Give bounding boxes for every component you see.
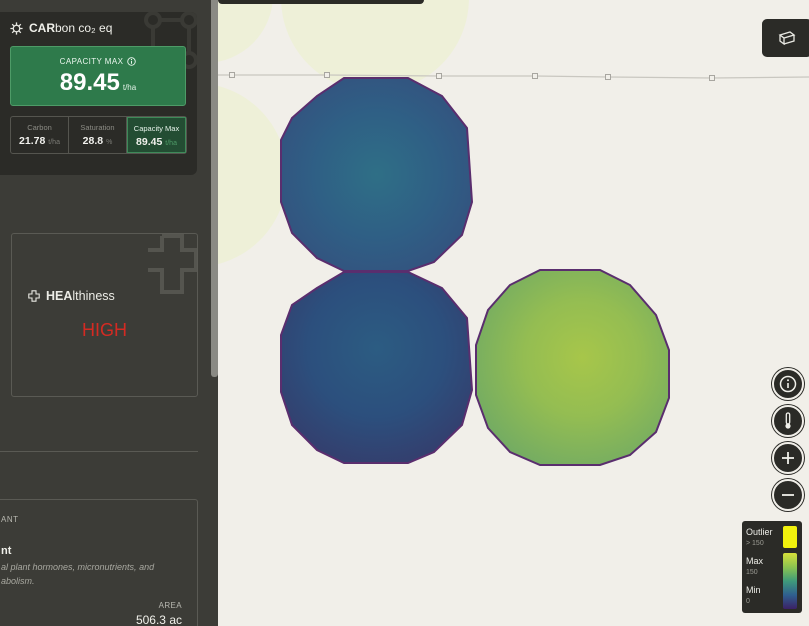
minus-icon [782,494,794,496]
info-icon[interactable] [127,57,137,66]
plus-icon [782,452,794,464]
road-vertex [436,73,442,79]
capacity-label-row: CAPACITY MAX [11,57,185,66]
sidebar: CARbon co₂ eq CAPACITY MAX 89.45 t/ha Ca… [0,0,218,626]
road-vertex [229,72,235,78]
carbon-stats-row: Carbon 21.78 t/ha Saturation 28.8% Capaci… [10,116,187,154]
stat-unit: t/ha [165,140,177,147]
stat-value: 89.45 [136,136,163,148]
zoom-in-button[interactable] [772,442,804,474]
road-line [218,74,809,79]
health-value: HIGH [82,320,127,340]
map-layer [218,0,809,466]
stat-carbon[interactable]: Carbon 21.78 t/ha [11,117,69,153]
legend-max-sub: 150 [746,569,758,576]
legend-outlier-label: Outlier [746,527,773,537]
capacity-unit: t/ha [122,83,137,92]
field-top-left[interactable] [280,77,474,272]
legend-gradient-bar [783,553,797,609]
field-bottom-right[interactable] [475,269,670,466]
carbon-title-rest: bon co₂ eq [55,21,113,35]
carbon-gear-icon [10,21,23,35]
plant-card[interactable]: ANT nt al plant hormones, micronutrients… [0,499,198,626]
plant-area-value: 506.3 ac [135,613,182,626]
health-cross-icon [28,290,40,302]
health-title-bold: HEA [46,289,73,303]
capacity-value-row: 89.45 t/ha [11,69,185,97]
road-vertex [532,73,538,79]
info-icon [779,375,797,393]
map-canvas[interactable] [218,0,809,626]
stat-label: Capacity Max [133,124,180,133]
stat-unit: t/ha [48,139,60,146]
stat-value: 21.78 [19,135,46,147]
stat-capacity-max[interactable]: Capacity Max 89.45 t/ha [127,117,186,153]
thermometer-icon [785,412,791,429]
stat-label: Saturation [80,123,115,132]
plant-type-label: ANT [1,515,19,524]
stat-unit: % [106,139,113,146]
plant-area-label: AREA [158,601,182,610]
top-toolbar-edge [218,0,424,4]
sidebar-divider [0,451,198,452]
map-legend: Outlier > 150 Max 150 Min 0 [742,521,802,613]
stat-label: Carbon [27,123,52,132]
capacity-label: CAPACITY MAX [59,57,124,66]
health-cross-decoration-icon [148,234,197,294]
background-field-shape [218,0,273,62]
thermometer-button[interactable] [772,405,804,437]
carbon-title-bold: CAR [29,21,55,35]
plant-description: al plant hormones, micronutrients, and a… [1,562,155,586]
background-field-shape [218,85,287,265]
zoom-out-button[interactable] [772,479,804,511]
layers-button[interactable] [762,19,809,57]
legend-outlier-sub: > 150 [746,540,764,547]
health-card[interactable]: HEAlthiness HIGH [11,233,198,397]
info-button[interactable] [772,368,804,400]
layers-icon [778,31,796,45]
plant-name: nt [1,545,12,557]
road-vertex [709,75,715,81]
road-vertex [324,72,330,78]
stat-value: 28.8 [82,135,104,147]
capacity-value: 89.45 [59,69,120,96]
road-vertex [605,74,611,80]
legend-min-sub: 0 [746,598,750,605]
stat-saturation[interactable]: Saturation 28.8% [69,117,127,153]
field-bottom-left[interactable] [280,271,474,464]
carbon-title: CARbon co₂ eq [10,21,112,35]
capacity-max-box: CAPACITY MAX 89.45 t/ha [10,46,186,106]
legend-min-label: Min [746,585,761,595]
carbon-card: CARbon co₂ eq CAPACITY MAX 89.45 t/ha Ca… [0,12,197,175]
health-title-rest: lthiness [72,289,115,303]
sidebar-scrollbar[interactable] [211,0,218,377]
health-title: HEAlthiness [28,289,115,303]
legend-outlier-swatch [783,526,797,548]
legend-max-label: Max [746,556,764,566]
